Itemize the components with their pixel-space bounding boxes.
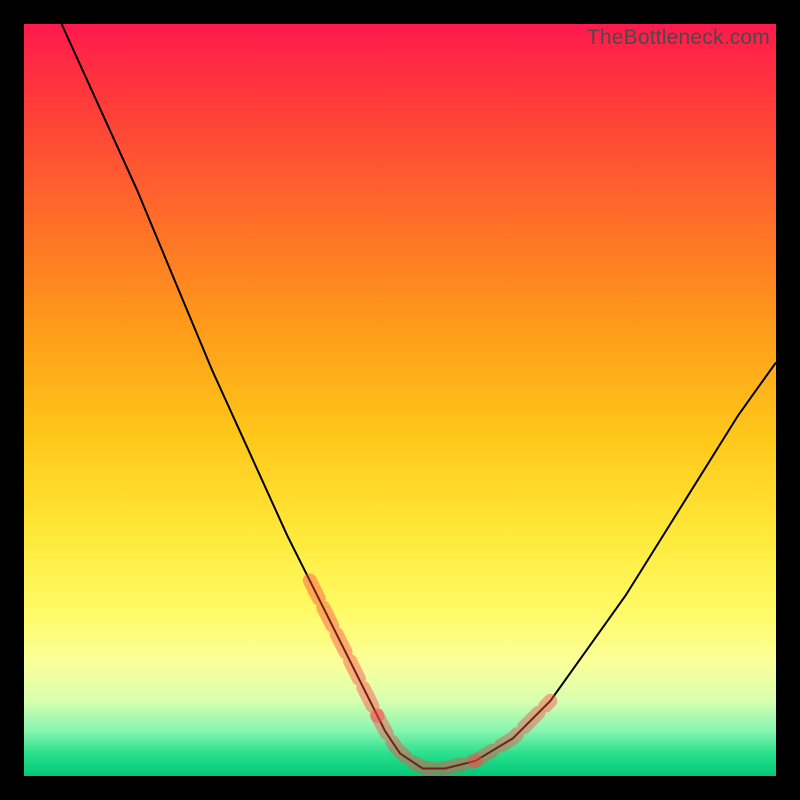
bottleneck-curve [62,24,776,769]
emphasis-band-bottom [377,716,475,769]
chart-svg [24,24,776,776]
chart-plot-area: TheBottleneck.com [24,24,776,776]
emphasis-band-right [475,701,550,761]
emphasis-band-left [310,581,378,716]
